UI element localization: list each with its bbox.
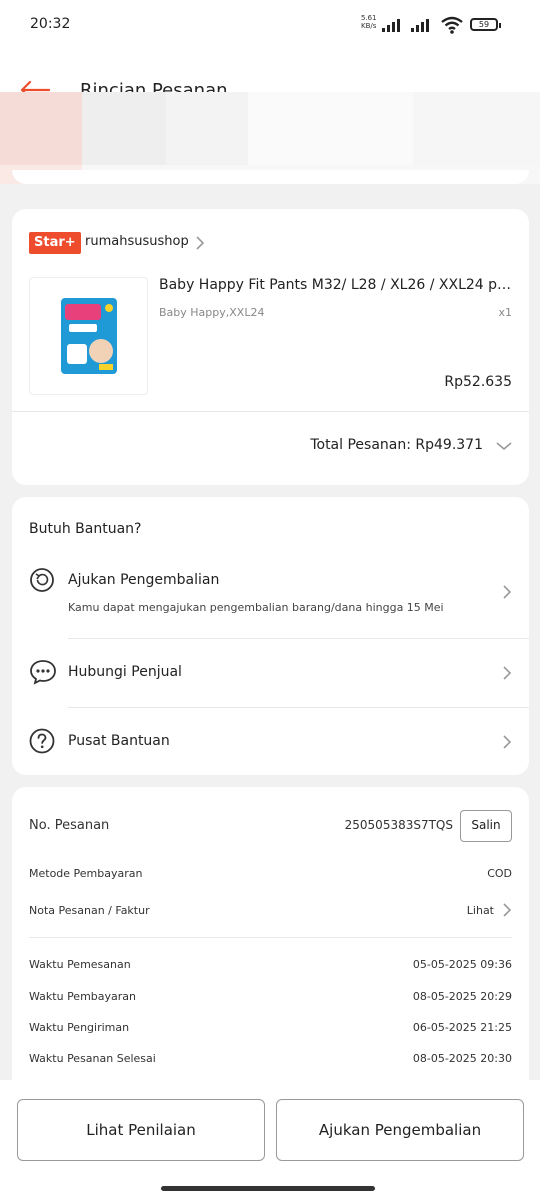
chevron-down-icon[interactable] (496, 441, 512, 451)
obscured-region (0, 92, 82, 165)
app-header: Rincian Pesanan (0, 52, 540, 184)
order-info-card: No. Pesanan 250505383S7TQS Salin Metode … (12, 787, 529, 1097)
signal-icon (382, 18, 400, 32)
help-item-label: Pusat Bantuan (68, 733, 170, 749)
product-quantity: x1 (498, 306, 512, 319)
time-value: 08-05-2025 20:30 (412, 1052, 512, 1065)
product-image[interactable] (29, 277, 148, 395)
help-card: Butuh Bantuan? Ajukan Pengembalian Kamu … (12, 497, 529, 775)
chevron-right-icon[interactable] (195, 235, 205, 251)
help-item-label: Hubungi Penjual (68, 664, 182, 680)
product-title[interactable]: Baby Happy Fit Pants M32/ L28 / XL26 / X… (159, 277, 514, 293)
bottom-action-bar: Lihat Penilaian Ajukan Pengembalian (0, 1080, 540, 1200)
battery-icon: 59 (470, 18, 501, 31)
order-total[interactable]: Total Pesanan: Rp49.371 (310, 437, 483, 453)
chevron-right-icon (503, 666, 512, 680)
order-number: 250505383S7TQS (344, 818, 453, 832)
time-value: 06-05-2025 21:25 (412, 1021, 512, 1034)
signal-icon-2 (411, 18, 429, 32)
product-variation: Baby Happy,XXL24 (159, 306, 265, 319)
status-bar: 20:32 5.61 KB/s 59 (0, 0, 540, 52)
time-label: Waktu Pengiriman (29, 1021, 130, 1034)
question-icon (29, 728, 55, 754)
shop-name[interactable]: rumahsusushop (85, 234, 189, 249)
help-item-label: Ajukan Pengembalian (68, 572, 220, 588)
request-return-button[interactable]: Ajukan Pengembalian (276, 1099, 524, 1161)
clock: 20:32 (30, 16, 71, 32)
chevron-right-icon (503, 903, 512, 917)
network-speed: 5.61 KB/s (361, 14, 377, 30)
product-price: Rp52.635 (444, 374, 512, 390)
help-item-sub: Kamu dapat mengajukan pengembalian baran… (68, 601, 444, 614)
chevron-right-icon (503, 585, 512, 599)
wifi-icon (441, 16, 463, 34)
time-value: 08-05-2025 20:29 (412, 990, 512, 1003)
invoice-label: Nota Pesanan / Faktur (29, 904, 150, 917)
view-rating-button[interactable]: Lihat Penilaian (17, 1099, 265, 1161)
order-item-card: Star+ rumahsusushop Baby Happy Fit Pants… (12, 209, 529, 485)
payment-method: COD (487, 867, 512, 880)
chevron-right-icon (503, 735, 512, 749)
star-plus-badge: Star+ (29, 232, 81, 254)
order-number-label: No. Pesanan (29, 818, 110, 833)
invoice-view-link: Lihat (466, 904, 494, 917)
time-value: 05-05-2025 09:36 (412, 958, 512, 971)
help-title: Butuh Bantuan? (29, 521, 142, 537)
payment-method-label: Metode Pembayaran (29, 867, 143, 880)
chat-icon (30, 660, 56, 685)
home-indicator[interactable] (161, 1186, 375, 1191)
diaper-pack-image (60, 298, 117, 374)
copy-button[interactable]: Salin (460, 810, 512, 842)
return-icon (30, 568, 54, 592)
time-label: Waktu Pemesanan (29, 958, 131, 971)
time-label: Waktu Pembayaran (29, 990, 136, 1003)
divider (12, 411, 529, 412)
time-label: Waktu Pesanan Selesai (29, 1052, 156, 1065)
